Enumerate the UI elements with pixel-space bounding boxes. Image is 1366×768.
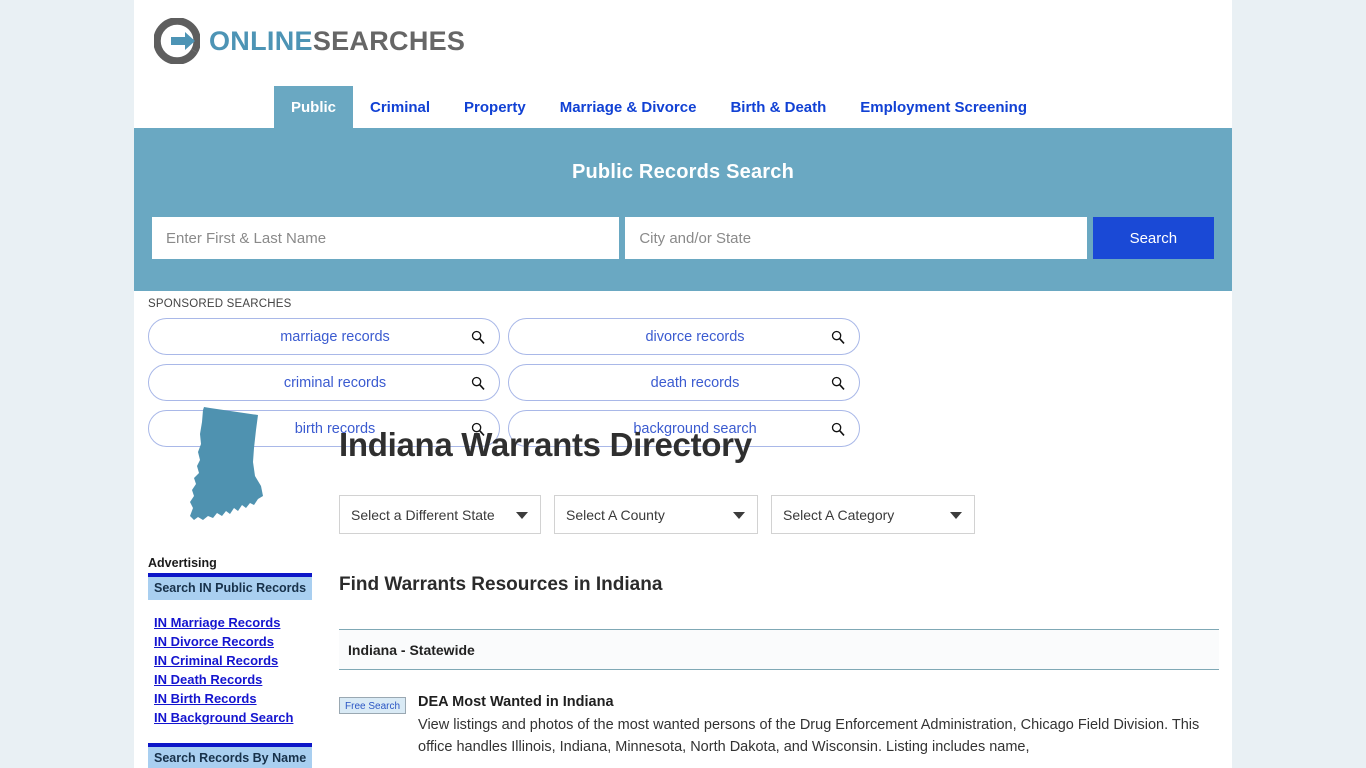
section-title: Find Warrants Resources in Indiana <box>339 574 663 595</box>
search-icon <box>471 330 485 344</box>
sidebar-link-birth-records[interactable]: IN Birth Records <box>148 689 312 708</box>
listing-body: DEA Most Wanted in Indiana View listings… <box>418 694 1219 759</box>
sponsored-searches-label: SPONSORED SEARCHES <box>148 298 292 310</box>
sponsored-pill-death-records[interactable]: death records <box>508 364 860 401</box>
tab-public[interactable]: Public <box>274 86 354 128</box>
main-nav: Public Criminal Property Marriage & Divo… <box>134 86 1232 128</box>
list-item: Free Search DEA Most Wanted in Indiana V… <box>339 694 1219 759</box>
search-form: Search <box>152 217 1214 259</box>
search-icon <box>831 330 845 344</box>
sponsored-pill-criminal-records[interactable]: criminal records <box>148 364 500 401</box>
tab-criminal[interactable]: Criminal <box>353 86 447 128</box>
select-state-dropdown[interactable]: Select a Different State <box>339 495 541 534</box>
name-search-input[interactable] <box>152 217 620 259</box>
tab-property[interactable]: Property <box>447 86 543 128</box>
logo-text-online: ONLINE <box>209 25 313 56</box>
sidebar-links: IN Marriage Records IN Divorce Records I… <box>148 613 312 727</box>
sidebar-link-death-records[interactable]: IN Death Records <box>148 670 312 689</box>
main-content: Indiana Warrants Directory Select a Diff… <box>339 404 1219 759</box>
page-title: Indiana Warrants Directory <box>339 426 752 463</box>
select-county-dropdown[interactable]: Select A County <box>554 495 758 534</box>
sponsored-pill-label: death records <box>650 374 740 391</box>
chevron-down-icon <box>516 511 528 519</box>
sponsored-pill-label: marriage records <box>280 328 390 345</box>
advertising-label: Advertising <box>148 556 217 570</box>
tab-marriage-divorce[interactable]: Marriage & Divorce <box>543 86 714 128</box>
tab-employment-screening[interactable]: Employment Screening <box>843 86 1044 128</box>
sidebar-heading-search-by-name: Search Records By Name <box>148 743 312 768</box>
status-badge: Free Search <box>339 697 407 714</box>
circle-arrow-icon <box>154 18 200 64</box>
search-icon <box>831 376 845 390</box>
tab-birth-death[interactable]: Birth & Death <box>713 86 843 128</box>
select-county-label: Select A County <box>566 506 665 523</box>
filter-bar: Select a Different State Select A County… <box>339 495 1219 534</box>
select-category-label: Select A Category <box>783 506 895 523</box>
public-records-search-panel: Public Records Search Search <box>134 128 1232 291</box>
search-icon <box>471 376 485 390</box>
sidebar-link-background-search[interactable]: IN Background Search <box>148 708 312 727</box>
content-container: ONLINESEARCHES Public Criminal Property … <box>134 0 1232 768</box>
chevron-down-icon <box>950 511 962 519</box>
hero-title: Public Records Search <box>571 161 795 183</box>
sponsored-pill-label: criminal records <box>283 374 387 391</box>
group-heading-indiana-statewide: Indiana - Statewide <box>339 629 1219 670</box>
select-category-dropdown[interactable]: Select A Category <box>771 495 975 534</box>
listing-description: View listings and photos of the most wan… <box>418 717 1200 756</box>
sidebar-link-divorce-records[interactable]: IN Divorce Records <box>148 632 312 651</box>
page-root: ONLINESEARCHES Public Criminal Property … <box>0 0 1366 768</box>
sponsored-pill-marriage-records[interactable]: marriage records <box>148 318 500 355</box>
chevron-down-icon <box>733 511 745 519</box>
logo-text-searches: SEARCHES <box>312 25 466 56</box>
search-button[interactable]: Search <box>1092 217 1214 259</box>
sidebar: Advertising Search IN Public Records IN … <box>148 404 312 768</box>
sidebar-link-criminal-records[interactable]: IN Criminal Records <box>148 651 312 670</box>
site-logo[interactable]: ONLINESEARCHES <box>154 18 465 64</box>
sidebar-heading-public-records: Search IN Public Records <box>148 573 312 600</box>
select-state-label: Select a Different State <box>351 506 495 523</box>
listing-title[interactable]: DEA Most Wanted in Indiana <box>418 694 1219 710</box>
indiana-state-map-icon <box>148 404 312 544</box>
sponsored-pill-divorce-records[interactable]: divorce records <box>508 318 860 355</box>
location-search-input[interactable] <box>625 217 1087 259</box>
sidebar-link-marriage-records[interactable]: IN Marriage Records <box>148 613 312 632</box>
sponsored-pill-label: divorce records <box>645 328 745 345</box>
